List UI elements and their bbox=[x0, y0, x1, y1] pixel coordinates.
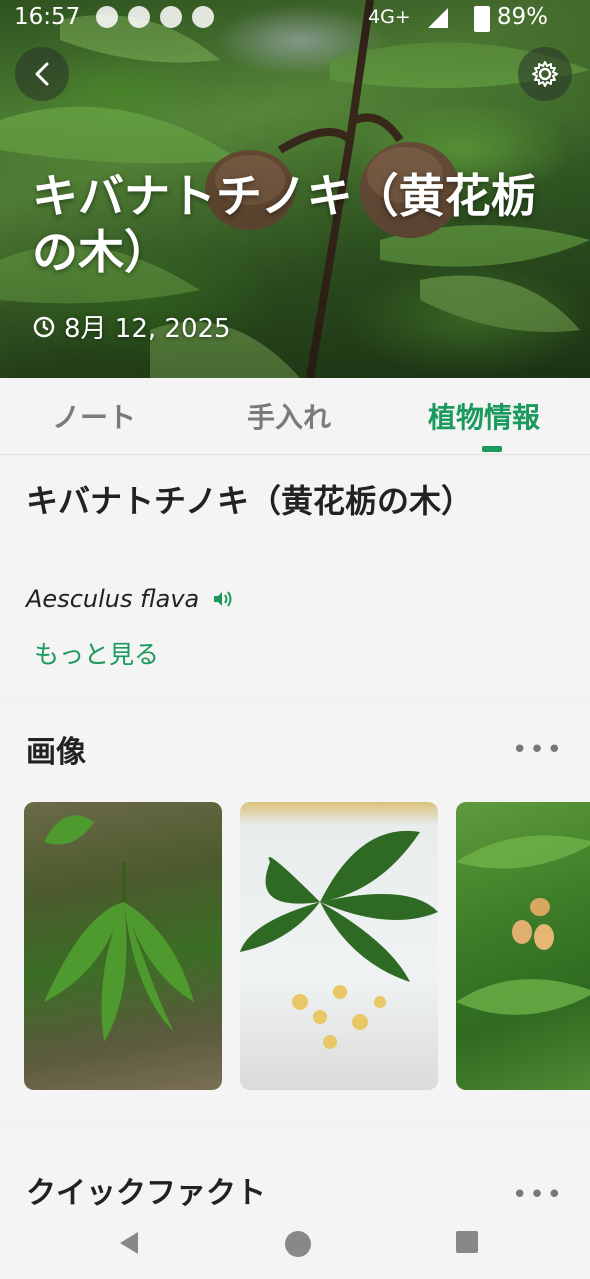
show-more-link[interactable]: もっと見る bbox=[34, 635, 159, 671]
status-bar: 16:57 4G+ 89% bbox=[0, 0, 590, 38]
plant-photo bbox=[240, 830, 438, 1049]
more-horizontal-icon[interactable]: ••• bbox=[512, 1180, 564, 1210]
tab-notes[interactable]: ノート bbox=[52, 396, 136, 436]
date-row: 8月 12, 2025 bbox=[32, 308, 231, 345]
facebook-icon bbox=[96, 6, 118, 28]
scientific-name: Aesculus flava bbox=[26, 585, 200, 613]
battery-icon bbox=[474, 6, 490, 32]
plant-info-card: キバナトチノキ（黄花栃の木） Aesculus flava もっと見る bbox=[0, 455, 590, 695]
page-title: キバナトチノキ（黄花栃の木） bbox=[32, 169, 537, 279]
hero-image: 16:57 4G+ 89% キバナトチノキ（黄花栃の木） 8月 12, 2025 bbox=[0, 0, 590, 378]
status-time: 16:57 bbox=[14, 4, 81, 30]
plant-image-thumbnail[interactable] bbox=[240, 802, 438, 1090]
nav-recents-icon[interactable] bbox=[455, 1230, 479, 1254]
notification-icons bbox=[96, 6, 214, 28]
nav-home-icon[interactable] bbox=[284, 1230, 312, 1258]
tab-indicator bbox=[482, 446, 502, 452]
nav-back-icon[interactable] bbox=[116, 1230, 142, 1256]
speaker-icon[interactable] bbox=[211, 588, 235, 610]
clock-icon bbox=[33, 316, 55, 337]
messenger-icon bbox=[160, 6, 182, 28]
status-network: 4G+ bbox=[368, 6, 411, 28]
plant-photo bbox=[456, 835, 590, 1015]
scientific-name-row: Aesculus flava bbox=[26, 585, 235, 613]
back-button[interactable] bbox=[15, 47, 69, 101]
images-section-title: 画像 bbox=[26, 735, 86, 770]
tab-plant-info[interactable]: 植物情報 bbox=[428, 396, 540, 436]
plant-photo bbox=[44, 815, 194, 1042]
gear-icon bbox=[532, 61, 558, 87]
facebook-icon bbox=[128, 6, 150, 28]
system-nav-bar bbox=[0, 1208, 590, 1279]
tab-bar: ノート 手入れ 植物情報 bbox=[0, 378, 590, 455]
plant-image-thumbnail[interactable] bbox=[456, 802, 590, 1090]
running-icon bbox=[192, 6, 214, 28]
chevron-left-icon bbox=[35, 62, 49, 86]
images-card: 画像 ••• bbox=[0, 705, 590, 1120]
plant-common-name: キバナトチノキ（黄花栃の木） bbox=[26, 482, 474, 520]
more-horizontal-icon[interactable]: ••• bbox=[512, 735, 564, 765]
quick-facts-title: クイックファクト bbox=[26, 1176, 266, 1211]
settings-button[interactable] bbox=[518, 47, 572, 101]
signal-icon bbox=[428, 8, 448, 28]
status-battery: 89% bbox=[496, 4, 548, 30]
tab-care[interactable]: 手入れ bbox=[247, 396, 331, 436]
plant-image-thumbnail[interactable] bbox=[24, 802, 222, 1090]
date-text: 8月 12, 2025 bbox=[64, 314, 231, 344]
